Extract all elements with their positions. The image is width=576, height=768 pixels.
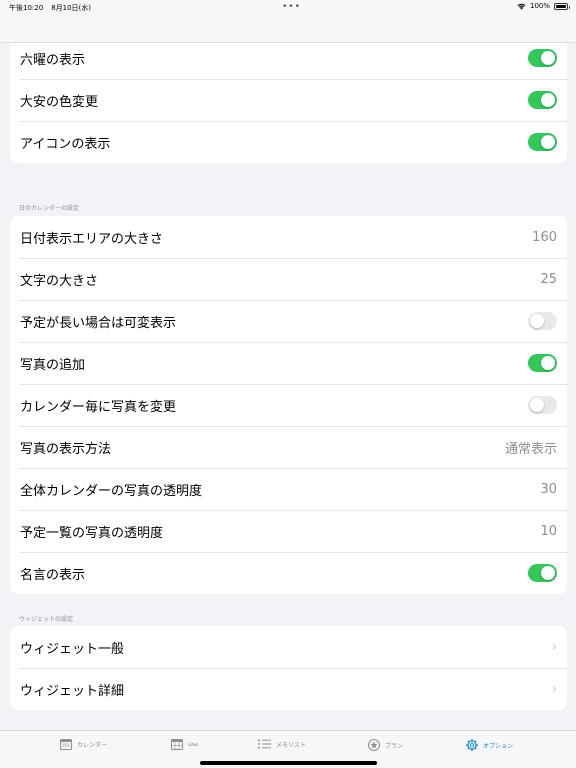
- row-label: カレンダー毎に写真を変更: [20, 399, 177, 415]
- toggle-switch[interactable]: [528, 91, 557, 109]
- tab-label: オプション: [483, 742, 514, 750]
- tab-memo-list[interactable]: メモリスト: [258, 739, 306, 749]
- settings-row-widget-detail[interactable]: ウィジェット詳細 ›: [10, 668, 567, 710]
- settings-row-icon-display[interactable]: アイコンの表示: [10, 121, 567, 163]
- settings-row-variable-display[interactable]: 予定が長い場合は可変表示: [10, 300, 567, 342]
- multitasking-dots[interactable]: •••: [282, 2, 301, 12]
- settings-row-taian-color[interactable]: 大安の色変更: [10, 79, 567, 121]
- row-label: 予定一覧の写真の透明度: [20, 525, 164, 541]
- settings-row-font-size[interactable]: 文字の大きさ 25: [10, 258, 567, 300]
- toggle-switch[interactable]: [528, 133, 557, 151]
- settings-row-photo-per-calendar[interactable]: カレンダー毎に写真を変更: [10, 384, 567, 426]
- section-header-widget: ウィジェットの設定: [19, 616, 74, 623]
- tab-label: プラン: [385, 742, 404, 750]
- status-bar: 午後10:20 8月10日(水) ••• 100%: [0, 0, 576, 14]
- star-icon: [368, 739, 380, 751]
- settings-row-quote-display[interactable]: 名言の表示: [10, 552, 567, 594]
- row-value: 30: [540, 481, 557, 497]
- row-label: 全体カレンダーの写真の透明度: [20, 483, 203, 499]
- row-label: 写真の表示方法: [20, 441, 112, 457]
- row-value: 10: [540, 523, 557, 539]
- calendar-icon: [60, 739, 72, 750]
- toggle-knob: [530, 398, 544, 412]
- list-icon: [258, 739, 271, 749]
- section-header-day-calendar: 日のカレンダーの設定: [19, 205, 80, 212]
- settings-row-rokuyo[interactable]: 六曜の表示: [10, 37, 567, 79]
- tab-label: ωω: [188, 741, 199, 748]
- wifi-icon: [517, 3, 526, 9]
- widget-settings-group: ウィジェット一般 › ウィジェット詳細 ›: [10, 626, 567, 710]
- settings-row-add-photo[interactable]: 写真の追加: [10, 342, 567, 384]
- tab-label: メモリスト: [276, 741, 307, 749]
- chevron-right-icon: ›: [551, 639, 557, 655]
- row-value: 25: [540, 271, 557, 287]
- tab-label: カレンダー: [77, 742, 108, 749]
- toggle-knob: [541, 356, 555, 370]
- row-label: ウィジェット一般: [20, 641, 125, 657]
- row-label: 予定が長い場合は可変表示: [20, 315, 177, 331]
- toggle-knob: [530, 314, 544, 328]
- row-label: 文字の大きさ: [20, 273, 99, 289]
- tab-calendar-grid[interactable]: ωω: [171, 739, 198, 750]
- status-left: 午後10:20 8月10日(水): [9, 3, 91, 13]
- screen: 午後10:20 8月10日(水) ••• 100% 六曜の表示 大安の色変更 ア…: [0, 0, 576, 768]
- toggle-switch[interactable]: [528, 564, 557, 582]
- settings-row-date-area-size[interactable]: 日付表示エリアの大きさ 160: [10, 216, 567, 258]
- toggle-knob: [541, 566, 555, 580]
- toggle-knob: [541, 93, 555, 107]
- day-calendar-settings-group: 日付表示エリアの大きさ 160 文字の大きさ 25 予定が長い場合は可変表示 写…: [10, 216, 567, 594]
- toggle-knob: [541, 135, 555, 149]
- row-label: 写真の追加: [20, 357, 86, 373]
- gear-icon: [466, 739, 478, 751]
- tab-calendar[interactable]: カレンダー: [60, 739, 107, 750]
- tab-plan[interactable]: プラン: [368, 739, 403, 751]
- row-value: 160: [532, 229, 557, 245]
- settings-row-photo-display-method[interactable]: 写真の表示方法 通常表示: [10, 426, 567, 468]
- status-date: 8月10日(水): [51, 4, 92, 12]
- row-label: アイコンの表示: [20, 136, 111, 152]
- settings-row-widget-general[interactable]: ウィジェット一般 ›: [10, 626, 567, 668]
- row-label: ウィジェット詳細: [20, 683, 125, 699]
- settings-row-calendar-photo-opacity[interactable]: 全体カレンダーの写真の透明度 30: [10, 468, 567, 510]
- tab-options[interactable]: オプション: [466, 739, 513, 751]
- calendar-grid-icon: [171, 739, 183, 750]
- row-label: 六曜の表示: [20, 52, 86, 68]
- row-label: 大安の色変更: [20, 94, 99, 110]
- status-time: 午後10:20: [9, 4, 44, 12]
- settings-row-list-photo-opacity[interactable]: 予定一覧の写真の透明度 10: [10, 510, 567, 552]
- chevron-right-icon: ›: [551, 681, 557, 697]
- row-label: 日付表示エリアの大きさ: [20, 231, 164, 247]
- home-indicator[interactable]: [200, 761, 377, 765]
- toggle-switch[interactable]: [528, 354, 557, 372]
- row-value: 通常表示: [504, 441, 557, 457]
- status-right: 100%: [517, 2, 570, 10]
- toggle-switch[interactable]: [528, 396, 557, 414]
- toggle-switch[interactable]: [528, 312, 557, 330]
- row-label: 名言の表示: [20, 567, 86, 583]
- toggle-switch[interactable]: [528, 49, 557, 67]
- toggle-knob: [541, 51, 555, 65]
- battery-percent: 100%: [529, 2, 550, 10]
- battery-icon: [554, 2, 570, 10]
